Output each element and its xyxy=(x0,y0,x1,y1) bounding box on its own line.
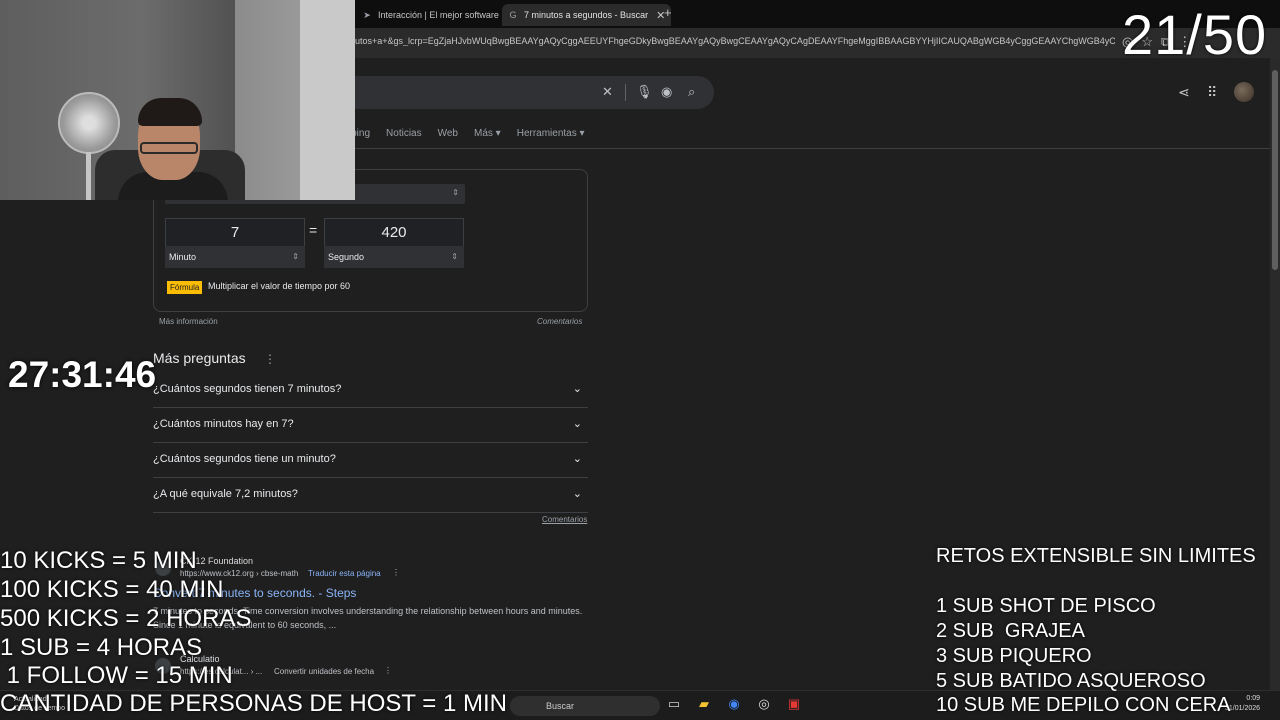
chevron-down-icon: ⌄ xyxy=(572,418,582,430)
tab-label: 7 minutos a segundos - Buscar xyxy=(524,10,649,20)
chevron-down-icon: ⌄ xyxy=(572,453,582,465)
tab-mas-label: Más xyxy=(474,128,493,139)
formula-text: Multiplicar el valor de tiempo por 60 xyxy=(208,281,351,291)
rule-line: 10 KICKS = 5 MIN xyxy=(0,547,197,574)
webcam-door xyxy=(235,0,305,200)
new-tab-button[interactable]: + xyxy=(664,5,672,20)
paa-question-text: ¿Cuántos segundos tiene un minuto? xyxy=(153,453,336,465)
from-unit-select[interactable]: Minuto ⇕ xyxy=(165,246,305,268)
translate-link[interactable]: Traducir esta página xyxy=(308,569,381,578)
to-unit-label: Segundo xyxy=(328,252,365,262)
tab-google-search[interactable]: G 7 minutos a segundos - Buscar ✕ xyxy=(502,4,672,26)
tab-web[interactable]: Web xyxy=(438,128,458,139)
rule-line: 1 FOLLOW = 15 MIN xyxy=(0,662,233,689)
reto-item: 5 SUB BATIDO ASQUEROSO xyxy=(936,670,1206,692)
share-icon[interactable]: ⋖ xyxy=(1178,84,1190,101)
rule-line: 100 KICKS = 40 MIN xyxy=(0,576,224,603)
updown-arrow-icon: ⇕ xyxy=(452,188,459,197)
paa-question-text: ¿Cuántos minutos hay en 7? xyxy=(153,418,294,430)
webcam-person-hair xyxy=(138,98,202,126)
paa-question[interactable]: ¿A qué equivale 7,2 minutos? ⌄ xyxy=(153,478,588,513)
reto-item: 10 SUB ME DEPILO CON CERA xyxy=(936,694,1231,716)
search-input[interactable]: ✕ 🎙 ◉ ⌕ xyxy=(300,76,714,109)
more-info-link[interactable]: Más información xyxy=(159,317,218,326)
paa-question[interactable]: ¿Cuántos segundos tiene un minuto? ⌄ xyxy=(153,443,588,478)
paa-question[interactable]: ¿Cuántos segundos tienen 7 minutos? ⌄ xyxy=(153,373,588,408)
result-options-icon[interactable]: ⋮ xyxy=(392,568,400,577)
arrow-icon: ➤ xyxy=(363,10,371,20)
reto-item: 1 SUB SHOT DE PISCO xyxy=(936,595,1156,617)
tab-herramientas-label: Herramientas xyxy=(516,128,577,139)
to-unit-select[interactable]: Segundo ⇕ xyxy=(324,246,464,268)
result-options-icon[interactable]: ⋮ xyxy=(384,666,392,675)
equals-sign: = xyxy=(309,222,318,238)
from-unit-label: Minuto xyxy=(169,252,197,262)
from-value-input[interactable]: 7 xyxy=(165,218,305,246)
webcam-fan-pole xyxy=(86,152,91,200)
search-nav-tabs: opping Noticias Web Más ▾ Herramientas ▾ xyxy=(340,128,585,139)
tab-noticias[interactable]: Noticias xyxy=(386,128,422,139)
google-icon: G xyxy=(509,10,517,20)
formula-badge: Fórmula xyxy=(167,281,203,294)
paa-question-text: ¿Cuántos segundos tienen 7 minutos? xyxy=(153,383,342,395)
tab-mas[interactable]: Más ▾ xyxy=(474,128,501,139)
more-options-icon[interactable]: ⋮ xyxy=(264,352,276,366)
feedback-link[interactable]: Comentarios xyxy=(542,515,587,524)
tab-interaccion[interactable]: ➤ Interacción | El mejor software ✕ xyxy=(356,4,522,26)
url-field[interactable]: utos+a+&gs_lcrp=EgZjaHJvbWUqBwgBEAAYgAQy… xyxy=(355,36,1115,46)
progress-counter: 21/50 xyxy=(1122,3,1268,66)
tab-herramientas[interactable]: Herramientas ▾ xyxy=(517,128,585,139)
webcam-doorframe xyxy=(300,0,355,200)
updown-arrow-icon: ⇕ xyxy=(451,252,458,261)
taskbar-apps: ▭ ▰ ◉ ◎ ▣ xyxy=(664,696,804,712)
webcam-feed xyxy=(0,0,355,200)
webcam-fan xyxy=(58,92,120,154)
page-scrollbar[interactable] xyxy=(1270,58,1280,690)
updown-arrow-icon: ⇕ xyxy=(292,252,299,261)
retos-title: RETOS EXTENSIBLE SIN LIMITES xyxy=(936,545,1256,567)
search-icon[interactable]: ⌕ xyxy=(688,84,695,100)
taskbar-search[interactable]: Buscar xyxy=(510,696,660,716)
chevron-down-icon: ⌄ xyxy=(572,383,582,395)
paa-question-text: ¿A qué equivale 7,2 minutos? xyxy=(153,488,298,500)
clear-icon[interactable]: ✕ xyxy=(602,84,613,100)
scrollbar-thumb[interactable] xyxy=(1272,70,1278,270)
rule-line: 1 SUB = 4 HORAS xyxy=(0,634,203,661)
apps-grid-icon[interactable]: ⠿ xyxy=(1207,84,1217,101)
result-breadcrumb: Convertir unidades de fecha xyxy=(274,667,375,676)
camera-icon[interactable]: ◉ xyxy=(661,84,672,100)
divider xyxy=(625,84,626,101)
app-icon[interactable]: ▣ xyxy=(784,696,804,712)
to-value-input[interactable]: 420 xyxy=(324,218,464,246)
paa-question[interactable]: ¿Cuántos minutos hay en 7? ⌄ xyxy=(153,408,588,443)
obs-icon[interactable]: ◎ xyxy=(754,696,774,712)
feedback-link[interactable]: Comentarios xyxy=(537,317,582,326)
microphone-icon[interactable]: 🎙 xyxy=(636,84,653,100)
task-view-icon[interactable]: ▭ xyxy=(664,696,684,712)
tab-label: Interacción | El mejor software xyxy=(378,10,499,20)
chevron-down-icon: ⌄ xyxy=(572,488,582,500)
reto-item: 2 SUB GRAJEA xyxy=(936,620,1085,642)
avatar[interactable] xyxy=(1234,82,1254,102)
webcam-person-glasses xyxy=(140,142,198,154)
rule-line: CANTIDAD DE PERSONAS DE HOST = 1 MIN xyxy=(0,690,507,717)
file-explorer-icon[interactable]: ▰ xyxy=(694,696,714,712)
people-also-ask-title: Más preguntas xyxy=(153,350,246,366)
rule-line: 500 KICKS = 2 HORAS xyxy=(0,605,252,632)
stream-timer: 27:31:46 xyxy=(8,354,157,395)
chrome-icon[interactable]: ◉ xyxy=(724,696,744,712)
reto-item: 3 SUB PIQUERO xyxy=(936,645,1092,667)
